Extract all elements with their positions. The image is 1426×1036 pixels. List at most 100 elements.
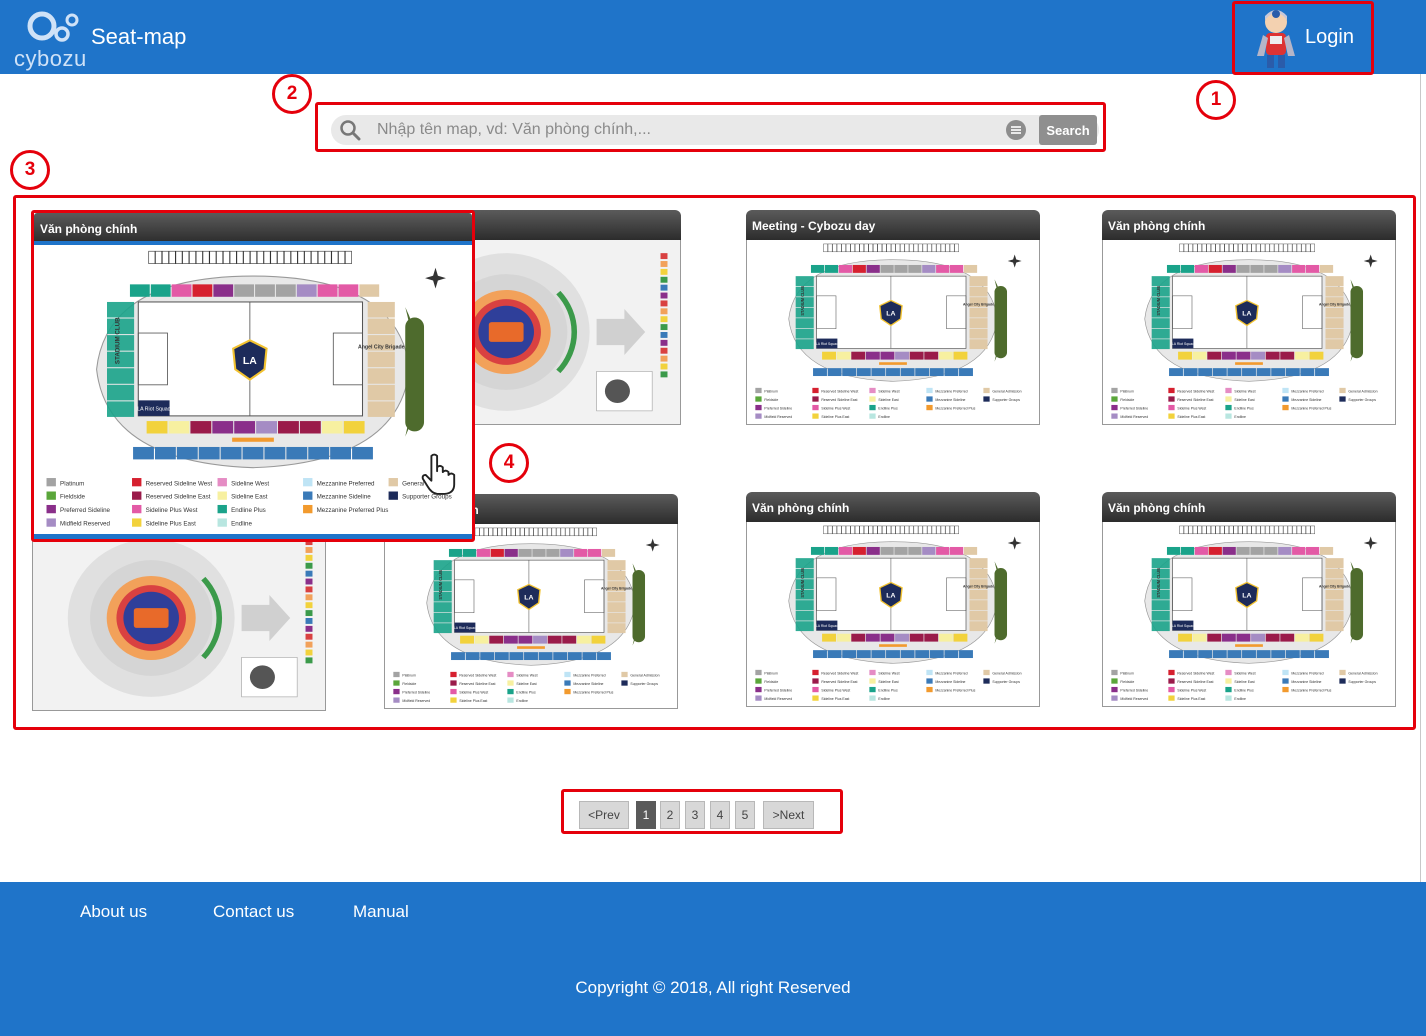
pagination: <Prev 1 2 3 4 5 >Next: [561, 789, 843, 834]
footer: About us Contact us Manual Copyright © 2…: [0, 882, 1426, 1036]
svg-text:Endline: Endline: [1234, 415, 1246, 419]
svg-text:STADIUM CLUB: STADIUM CLUB: [1156, 568, 1161, 598]
svg-text:Fieldside: Fieldside: [60, 494, 86, 501]
annotation-badge-3: 3: [10, 150, 50, 190]
svg-text:Sideline Plus West: Sideline Plus West: [1177, 407, 1206, 411]
svg-text:Endline: Endline: [878, 697, 890, 701]
svg-text:Reserved Sideline West: Reserved Sideline West: [821, 672, 858, 676]
svg-text:Mezzanine Preferred: Mezzanine Preferred: [317, 480, 375, 487]
page-button-5[interactable]: 5: [735, 801, 755, 829]
svg-text:Platinum: Platinum: [60, 480, 84, 487]
svg-text:Mezzanine Preferred: Mezzanine Preferred: [1291, 672, 1323, 676]
svg-text:Sideline East: Sideline East: [231, 494, 268, 501]
svg-text:Reserved Sideline East: Reserved Sideline East: [821, 398, 857, 402]
svg-text:General Admission: General Admission: [992, 390, 1021, 394]
filter-menu-icon[interactable]: [1006, 120, 1026, 140]
svg-text:General Admission: General Admission: [992, 672, 1021, 676]
map-thumbnail: [32, 526, 326, 711]
map-card-7[interactable]: Văn phòng chính LA STADIUM CLUB Angel City…: [746, 492, 1040, 707]
map-thumbnail: LA STADIUM CLUB Angel City Brigade LA Riot …: [746, 240, 1040, 425]
footer-link-contact[interactable]: Contact us: [213, 902, 294, 922]
svg-text:Mezzanine Preferred Plus: Mezzanine Preferred Plus: [1291, 407, 1331, 411]
svg-text:Mezzanine Preferred Plus: Mezzanine Preferred Plus: [573, 691, 613, 695]
svg-text:LA: LA: [1242, 593, 1251, 600]
svg-text:Reserved Sideline East: Reserved Sideline East: [1177, 398, 1213, 402]
svg-text:Supporter Groups: Supporter Groups: [1348, 398, 1376, 402]
svg-text:Midfield Reserved: Midfield Reserved: [764, 697, 792, 701]
svg-text:Sideline East: Sideline East: [1234, 398, 1254, 402]
page-button-4[interactable]: 4: [710, 801, 730, 829]
prev-page-button[interactable]: <Prev: [579, 801, 629, 829]
map-thumbnail: LA STADIUM CLUB Angel City Brigade LA Riot …: [1102, 522, 1396, 707]
map-card-hover-preview[interactable]: Văn phòng chính LA STADIUM CLUB Angel City…: [31, 210, 475, 542]
svg-text:Angel City Brigade: Angel City Brigade: [358, 345, 405, 351]
svg-text:Endline: Endline: [878, 415, 890, 419]
svg-text:Platinum: Platinum: [764, 672, 778, 676]
mascot-avatar-icon: [1257, 10, 1295, 68]
page-button-1[interactable]: 1: [636, 801, 656, 829]
svg-text:Mezzanine Preferred Plus: Mezzanine Preferred Plus: [935, 689, 975, 693]
copyright-text: Copyright © 2018, All right Reserved: [575, 978, 851, 997]
svg-text:Endline: Endline: [1234, 697, 1246, 701]
svg-text:Fieldside: Fieldside: [402, 682, 416, 686]
svg-text:LA: LA: [524, 595, 533, 602]
svg-text:STADIUM CLUB: STADIUM CLUB: [800, 568, 805, 598]
svg-text:LA Riot Squad: LA Riot Squad: [1172, 624, 1194, 628]
svg-text:Fieldside: Fieldside: [764, 680, 778, 684]
svg-text:Sideline Plus East: Sideline Plus East: [146, 521, 197, 528]
svg-text:Mezzanine Preferred Plus: Mezzanine Preferred Plus: [317, 507, 389, 514]
svg-text:Preferred Sideline: Preferred Sideline: [60, 507, 110, 514]
svg-text:Mezzanine Preferred: Mezzanine Preferred: [935, 390, 967, 394]
svg-text:Sideline West: Sideline West: [231, 480, 269, 487]
svg-text:LA Riot Squad: LA Riot Squad: [816, 342, 838, 346]
logo-circles-icon: [27, 11, 79, 42]
page: cybozu Seat-map Login 1 2 3 4 Nhập tên m…: [0, 0, 1426, 1036]
svg-text:Mezzanine Preferred Plus: Mezzanine Preferred Plus: [1291, 689, 1331, 693]
page-button-3[interactable]: 3: [685, 801, 705, 829]
svg-text:Sideline West: Sideline West: [1234, 672, 1255, 676]
svg-text:Mezzanine Preferred: Mezzanine Preferred: [1291, 390, 1323, 394]
svg-text:Supporter Groups: Supporter Groups: [630, 682, 658, 686]
login-button[interactable]: Login: [1232, 1, 1374, 75]
svg-text:Platinum: Platinum: [402, 674, 416, 678]
search-icon[interactable]: [339, 119, 361, 141]
svg-text:Reserved Sideline East: Reserved Sideline East: [821, 680, 857, 684]
svg-text:Midfield Reserved: Midfield Reserved: [1120, 415, 1148, 419]
svg-text:STADIUM CLUB: STADIUM CLUB: [114, 317, 121, 364]
search-button[interactable]: Search: [1039, 115, 1097, 145]
svg-text:Reserved Sideline East: Reserved Sideline East: [1177, 680, 1213, 684]
svg-text:Supporter Groups: Supporter Groups: [992, 398, 1020, 402]
svg-text:LA: LA: [1242, 311, 1251, 318]
footer-link-manual[interactable]: Manual: [353, 902, 409, 922]
svg-text:Sideline East: Sideline East: [878, 398, 898, 402]
svg-text:Sideline Plus East: Sideline Plus East: [1177, 697, 1205, 701]
map-card-8[interactable]: Văn phòng chính LA STADIUM CLUB Angel City…: [1102, 492, 1396, 707]
svg-text:Endline Plus: Endline Plus: [1234, 689, 1254, 693]
svg-text:STADIUM CLUB: STADIUM CLUB: [800, 286, 805, 316]
map-card-3[interactable]: Meeting - Cybozu day LA STADIUM CLUB Angel…: [746, 210, 1040, 425]
cybozu-logo[interactable]: cybozu: [14, 6, 86, 71]
hand-cursor-icon: [421, 453, 456, 495]
map-card-4[interactable]: Văn phòng chính LA STADIUM CLUB Angel City…: [1102, 210, 1396, 425]
svg-text:General Admission: General Admission: [630, 674, 659, 678]
svg-text:Endline: Endline: [516, 699, 528, 703]
map-card-title: Văn phòng chính: [1102, 210, 1396, 240]
svg-text:Platinum: Platinum: [1120, 390, 1134, 394]
svg-text:Reserved Sideline West: Reserved Sideline West: [146, 480, 213, 487]
svg-text:Angel City Brigade: Angel City Brigade: [963, 303, 994, 307]
annotation-badge-2: 2: [272, 74, 312, 114]
svg-text:Platinum: Platinum: [764, 390, 778, 394]
search-input[interactable]: [377, 118, 987, 142]
svg-text:Preferred Sideline: Preferred Sideline: [764, 689, 792, 693]
svg-text:Sideline East: Sideline East: [1234, 680, 1254, 684]
svg-text:Preferred Sideline: Preferred Sideline: [1120, 407, 1148, 411]
footer-link-about[interactable]: About us: [80, 902, 147, 922]
svg-text:Reserved Sideline West: Reserved Sideline West: [1177, 390, 1214, 394]
svg-text:Midfield Reserved: Midfield Reserved: [60, 521, 110, 528]
next-page-button[interactable]: >Next: [763, 801, 814, 829]
svg-text:Angel City Brigade: Angel City Brigade: [963, 585, 994, 589]
svg-text:Mezzanine Sideline: Mezzanine Sideline: [1291, 680, 1321, 684]
svg-text:Sideline Plus East: Sideline Plus East: [821, 415, 849, 419]
page-button-2[interactable]: 2: [660, 801, 680, 829]
annotation-badge-1: 1: [1196, 80, 1236, 120]
